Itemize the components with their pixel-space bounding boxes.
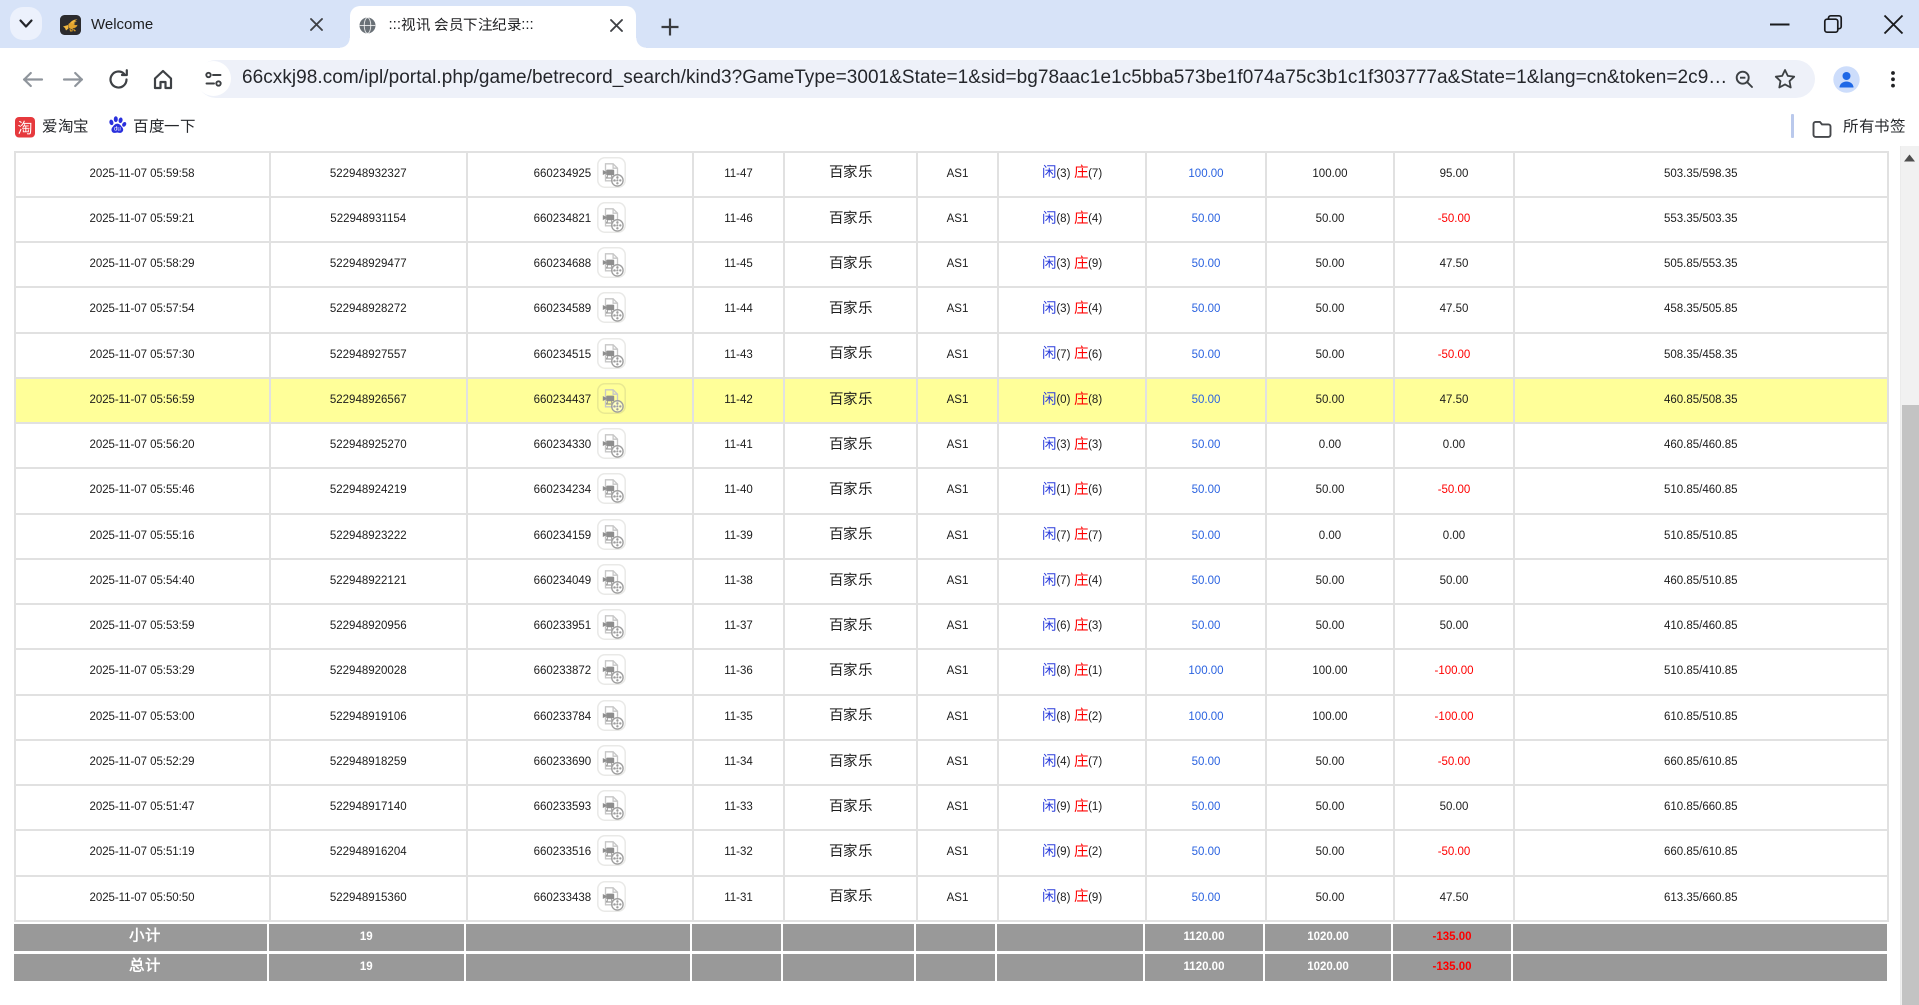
svg-text:du: du [114, 125, 121, 132]
